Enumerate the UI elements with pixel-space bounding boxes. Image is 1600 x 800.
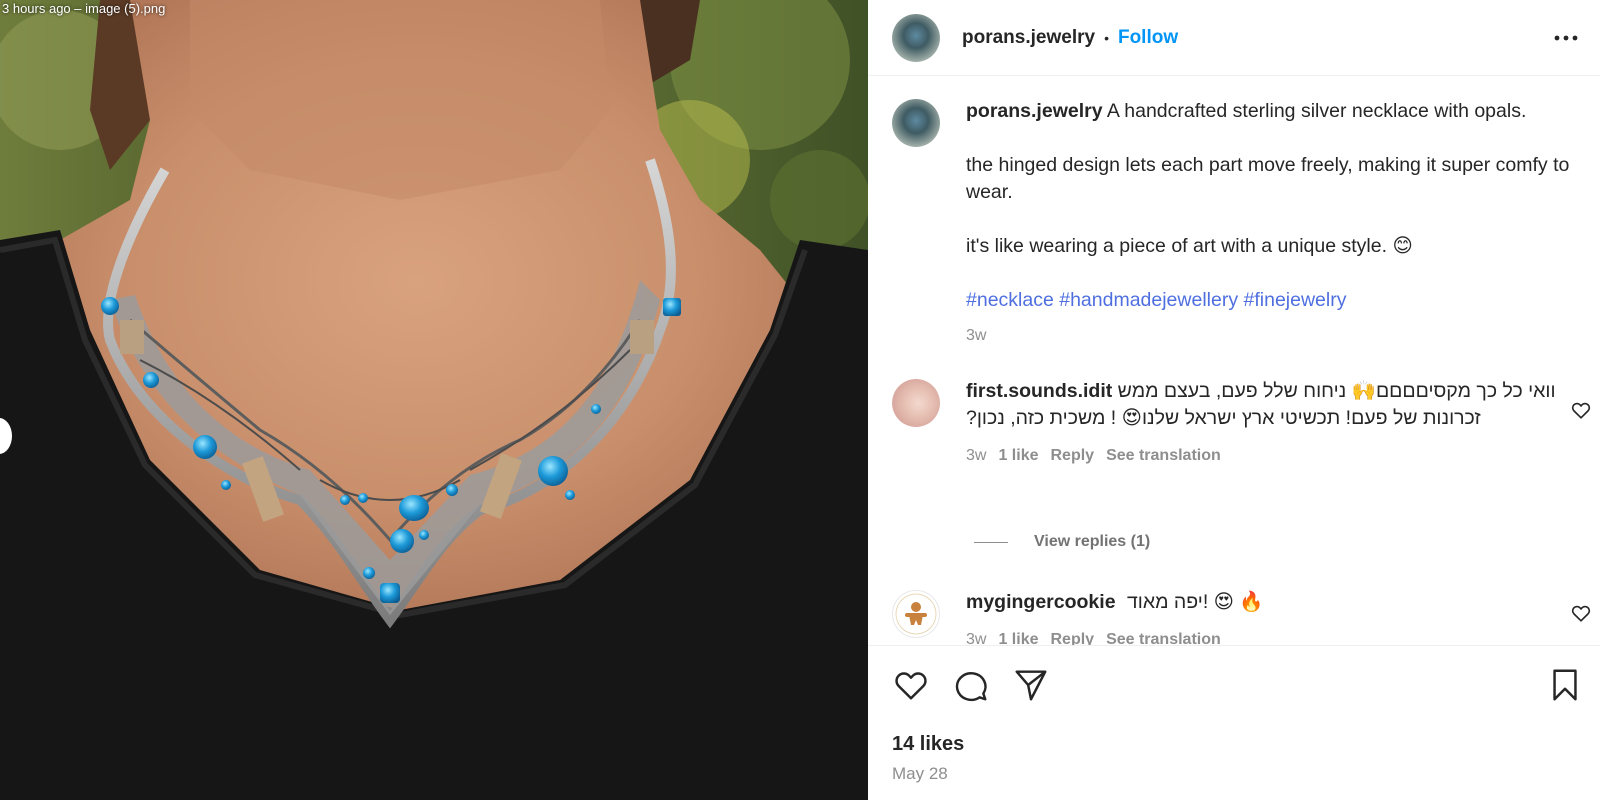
header-separator: • [1104,29,1109,46]
caption-hashtags[interactable]: #necklace #handmadejewellery #finejewelr… [966,287,1586,314]
caption-line-2: the hinged design lets each part move fr… [966,154,1570,203]
comment-text: 🔥 😍 !יפה מאוד [1126,591,1264,613]
commenter-avatar[interactable] [892,379,940,427]
comment-item: first.sounds.idit וואי כל כך מקסיםםםם🙌 נ… [892,379,1576,469]
post-detail-panel: porans.jewelry • Follow porans.jewelry A… [868,0,1600,800]
caption-username[interactable]: porans.jewelry [966,100,1103,122]
view-replies-button[interactable]: View replies (1) [974,533,1150,551]
comment-like-count[interactable]: 1 like [998,442,1038,469]
reply-button[interactable]: Reply [1050,442,1094,469]
post-image: 3 hours ago – image (5).png [0,0,868,800]
comments-section[interactable]: porans.jewelry A handcrafted sterling si… [868,77,1600,645]
more-horizontal-icon[interactable] [1552,26,1580,50]
comment-item: mygingercookie 🔥 😍 !יפה מאוד 3w 1 like R… [892,590,1576,645]
view-replies-label: View replies (1) [1034,533,1151,550]
caption-line-1: A handcrafted sterling silver necklace w… [1106,100,1527,122]
gingerbread-logo-icon [895,593,937,635]
reply-button[interactable]: Reply [1050,626,1094,645]
owner-avatar[interactable] [892,13,940,62]
comment-meta: 3w 1 like Reply See translation [966,442,1576,469]
comment-meta: 3w 1 like Reply See translation [966,626,1576,645]
comment-username[interactable]: mygingercookie [966,591,1116,613]
comment-time: 3w [966,631,987,645]
caption-timestamp: 3w [966,327,987,344]
post-header: porans.jewelry • Follow [868,0,1600,76]
see-translation-button[interactable]: See translation [1106,442,1221,469]
header-username[interactable]: porans.jewelry [962,27,1095,49]
bookmark-icon[interactable] [1546,666,1584,704]
replies-line [974,541,1008,543]
follow-button[interactable]: Follow [1118,27,1178,49]
caption-line-3: it's like wearing a piece of art with a … [966,235,1413,257]
share-icon[interactable] [1012,666,1050,704]
caption: porans.jewelry A handcrafted sterling si… [892,99,1586,349]
see-translation-button[interactable]: See translation [1106,626,1221,645]
comment-icon[interactable] [952,666,990,704]
like-count[interactable]: 14 likes [892,733,964,756]
caption-avatar[interactable] [892,99,940,147]
commenter-avatar[interactable] [892,590,940,638]
filename-overlay: 3 hours ago – image (5).png [2,1,166,16]
necklace-photo [0,0,868,800]
comment-time: 3w [966,447,987,464]
heart-icon[interactable] [892,666,930,704]
comment-heart-icon[interactable] [1570,602,1592,624]
comment-like-count[interactable]: 1 like [998,626,1038,645]
caption-time: 3w [966,322,1586,349]
post-date: May 28 [892,764,948,783]
comment-heart-icon[interactable] [1570,399,1592,421]
action-bar: 14 likes May 28 [868,645,1600,800]
comment-username[interactable]: first.sounds.idit [966,380,1112,402]
